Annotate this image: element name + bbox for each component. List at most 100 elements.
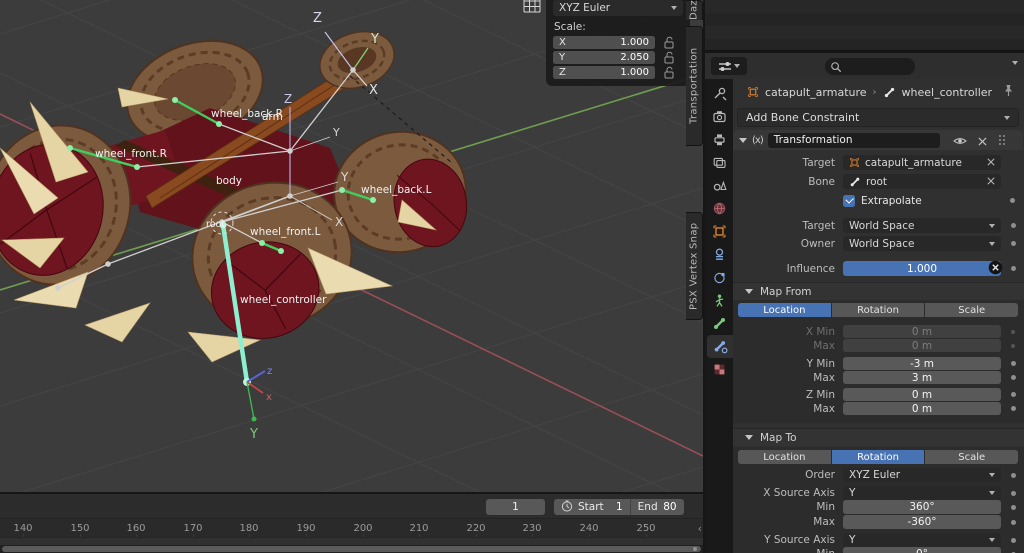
header-options-chevron[interactable] <box>1012 61 1018 65</box>
map-to-header[interactable]: Map To <box>733 428 1024 446</box>
order-dropdown[interactable]: XYZ Euler <box>843 468 1001 482</box>
scrollbar-zoom-handle[interactable] <box>693 547 697 551</box>
keyframe-dot[interactable] <box>1011 223 1016 228</box>
timeline-editor[interactable]: 1 Start 1 End 80 140 150 160 170 180 190… <box>0 494 703 553</box>
expand-triangle-icon[interactable] <box>739 138 747 143</box>
tab-object-data[interactable] <box>705 289 733 312</box>
tab-scene[interactable] <box>705 174 733 197</box>
breadcrumb-bone[interactable]: wheel_controller <box>902 86 993 99</box>
influence-slider[interactable]: 1.000 <box>843 261 1001 276</box>
timeline-track[interactable] <box>0 537 703 545</box>
target-space-dropdown[interactable]: World Space <box>843 218 1001 233</box>
tab-object-constraints[interactable] <box>705 243 733 266</box>
map-from-header[interactable]: Map From <box>733 282 1024 300</box>
expand-triangle-icon[interactable] <box>745 289 753 294</box>
z-max-field[interactable]: 0 m <box>843 402 1001 415</box>
frame-start-field[interactable]: Start 1 <box>554 499 631 515</box>
tab-output[interactable] <box>705 128 733 151</box>
timeline-ruler[interactable]: 140 150 160 170 180 190 200 210 220 230 … <box>0 520 703 537</box>
clear-bone-icon[interactable] <box>987 176 995 188</box>
map-from-tab-scale[interactable]: Scale <box>925 303 1018 317</box>
map-to-tab-rotation[interactable]: Rotation <box>832 450 925 464</box>
tab-texture[interactable] <box>705 358 733 381</box>
target-object-field[interactable]: catapult_armature <box>843 155 1001 170</box>
tab-world[interactable] <box>705 197 733 220</box>
to-x-max-field[interactable]: -360° <box>843 515 1001 529</box>
keyframe-dot[interactable] <box>1011 491 1016 496</box>
npanel-tab-transportation[interactable]: Transportation <box>686 26 703 146</box>
keyframe-dot[interactable] <box>1011 406 1016 411</box>
map-to-tab-scale[interactable]: Scale <box>925 450 1018 464</box>
drag-handle-icon[interactable] <box>998 131 1006 150</box>
clock-icon <box>561 500 573 515</box>
tab-bone-constraints[interactable] <box>707 335 733 358</box>
constraint-name-field[interactable]: Transformation <box>768 133 940 148</box>
owner-space-dropdown[interactable]: World Space <box>843 236 1001 251</box>
overlay-grid-icon[interactable] <box>521 0 543 14</box>
viewport-3d[interactable]: Z Y X Z Y Y X z x Y wheel_back.R arm whe… <box>0 0 703 492</box>
region-collapse-arrow[interactable]: ‹ <box>698 522 702 535</box>
z-min-field[interactable]: 0 m <box>843 388 1001 401</box>
to-x-min-field[interactable]: 360° <box>843 500 1001 514</box>
editor-type-button[interactable] <box>711 57 747 75</box>
eye-icon[interactable] <box>953 131 967 150</box>
keyframe-dot[interactable] <box>1011 520 1016 525</box>
rotation-mode-dropdown[interactable]: XYZ Euler <box>553 0 683 16</box>
keyframe-dot[interactable] <box>1011 330 1015 334</box>
target-bone-field[interactable]: root <box>843 174 1001 189</box>
npanel-tab-psx-vertex-snap[interactable]: PSX Vertex Snap <box>686 212 703 320</box>
frame-end-field[interactable]: End 80 <box>631 499 684 515</box>
start-value: 1 <box>609 501 623 513</box>
y-min-field[interactable]: -3 m <box>843 357 1001 370</box>
x-source-axis-dropdown[interactable]: Y <box>843 486 1001 500</box>
scale-x-field[interactable]: X 1.000 <box>553 36 655 49</box>
x-max-field[interactable]: 0 m <box>843 339 1001 352</box>
y-max-field[interactable]: 3 m <box>843 371 1001 384</box>
keyframe-dot[interactable] <box>1011 266 1016 271</box>
npanel-tab-daz[interactable]: Daz <box>686 0 703 20</box>
keyframe-dot[interactable] <box>1011 538 1016 543</box>
scale-z-field[interactable]: Z 1.000 <box>553 66 655 79</box>
x-min-field[interactable]: 0 m <box>843 325 1001 338</box>
x-axis-label-ctrl: x <box>266 392 272 403</box>
y-source-axis-dropdown[interactable]: Y <box>843 533 1001 547</box>
remove-influence-driver-icon[interactable] <box>988 260 1003 278</box>
axis-value: 1.000 <box>566 37 649 48</box>
keyframe-dot[interactable] <box>1011 375 1016 380</box>
clear-target-icon[interactable] <box>987 157 995 169</box>
map-from-tab-rotation[interactable]: Rotation <box>832 303 925 317</box>
timeline-scrollbar[interactable] <box>0 545 703 553</box>
pin-icon[interactable] <box>1003 84 1014 100</box>
scale-y-field[interactable]: Y 2.050 <box>553 51 655 64</box>
keyframe-dot[interactable] <box>1011 361 1016 366</box>
lock-icon[interactable] <box>663 66 675 79</box>
lock-icon[interactable] <box>663 36 675 49</box>
breadcrumb-object[interactable]: catapult_armature <box>765 86 867 99</box>
tab-tool[interactable] <box>705 82 733 105</box>
expand-triangle-icon[interactable] <box>745 435 753 440</box>
keyframe-dot[interactable] <box>1011 505 1016 510</box>
keyframe-dot[interactable] <box>1011 241 1016 246</box>
tab-object[interactable] <box>705 220 733 243</box>
keyframe-dot[interactable] <box>1010 198 1015 203</box>
constraint-panel-header[interactable]: (x) Transformation <box>733 130 1023 150</box>
to-y-min-field[interactable]: 0° <box>843 547 1001 553</box>
search-input[interactable] <box>825 58 915 75</box>
current-frame-field[interactable]: 1 <box>486 499 545 515</box>
keyframe-dot[interactable] <box>1011 473 1016 478</box>
keyframe-dot[interactable] <box>1011 392 1016 397</box>
map-to-tab-location[interactable]: Location <box>738 450 831 464</box>
add-bone-constraint-dropdown[interactable]: Add Bone Constraint <box>737 108 1019 127</box>
scrollbar-thumb[interactable] <box>2 546 701 552</box>
map-from-tab-location[interactable]: Location <box>738 303 831 317</box>
lock-icon[interactable] <box>663 51 675 64</box>
close-icon[interactable] <box>978 131 987 150</box>
tab-physics[interactable] <box>705 266 733 289</box>
keyframe-dot[interactable] <box>1011 344 1015 348</box>
ruler-tick: 150 <box>70 523 89 534</box>
tab-bone[interactable] <box>705 312 733 335</box>
blender-window: Z Y X Z Y Y X z x Y wheel_back.R arm whe… <box>0 0 1024 553</box>
tab-render[interactable] <box>705 105 733 128</box>
extrapolate-checkbox[interactable] <box>843 195 855 207</box>
tab-view-layer[interactable] <box>705 151 733 174</box>
